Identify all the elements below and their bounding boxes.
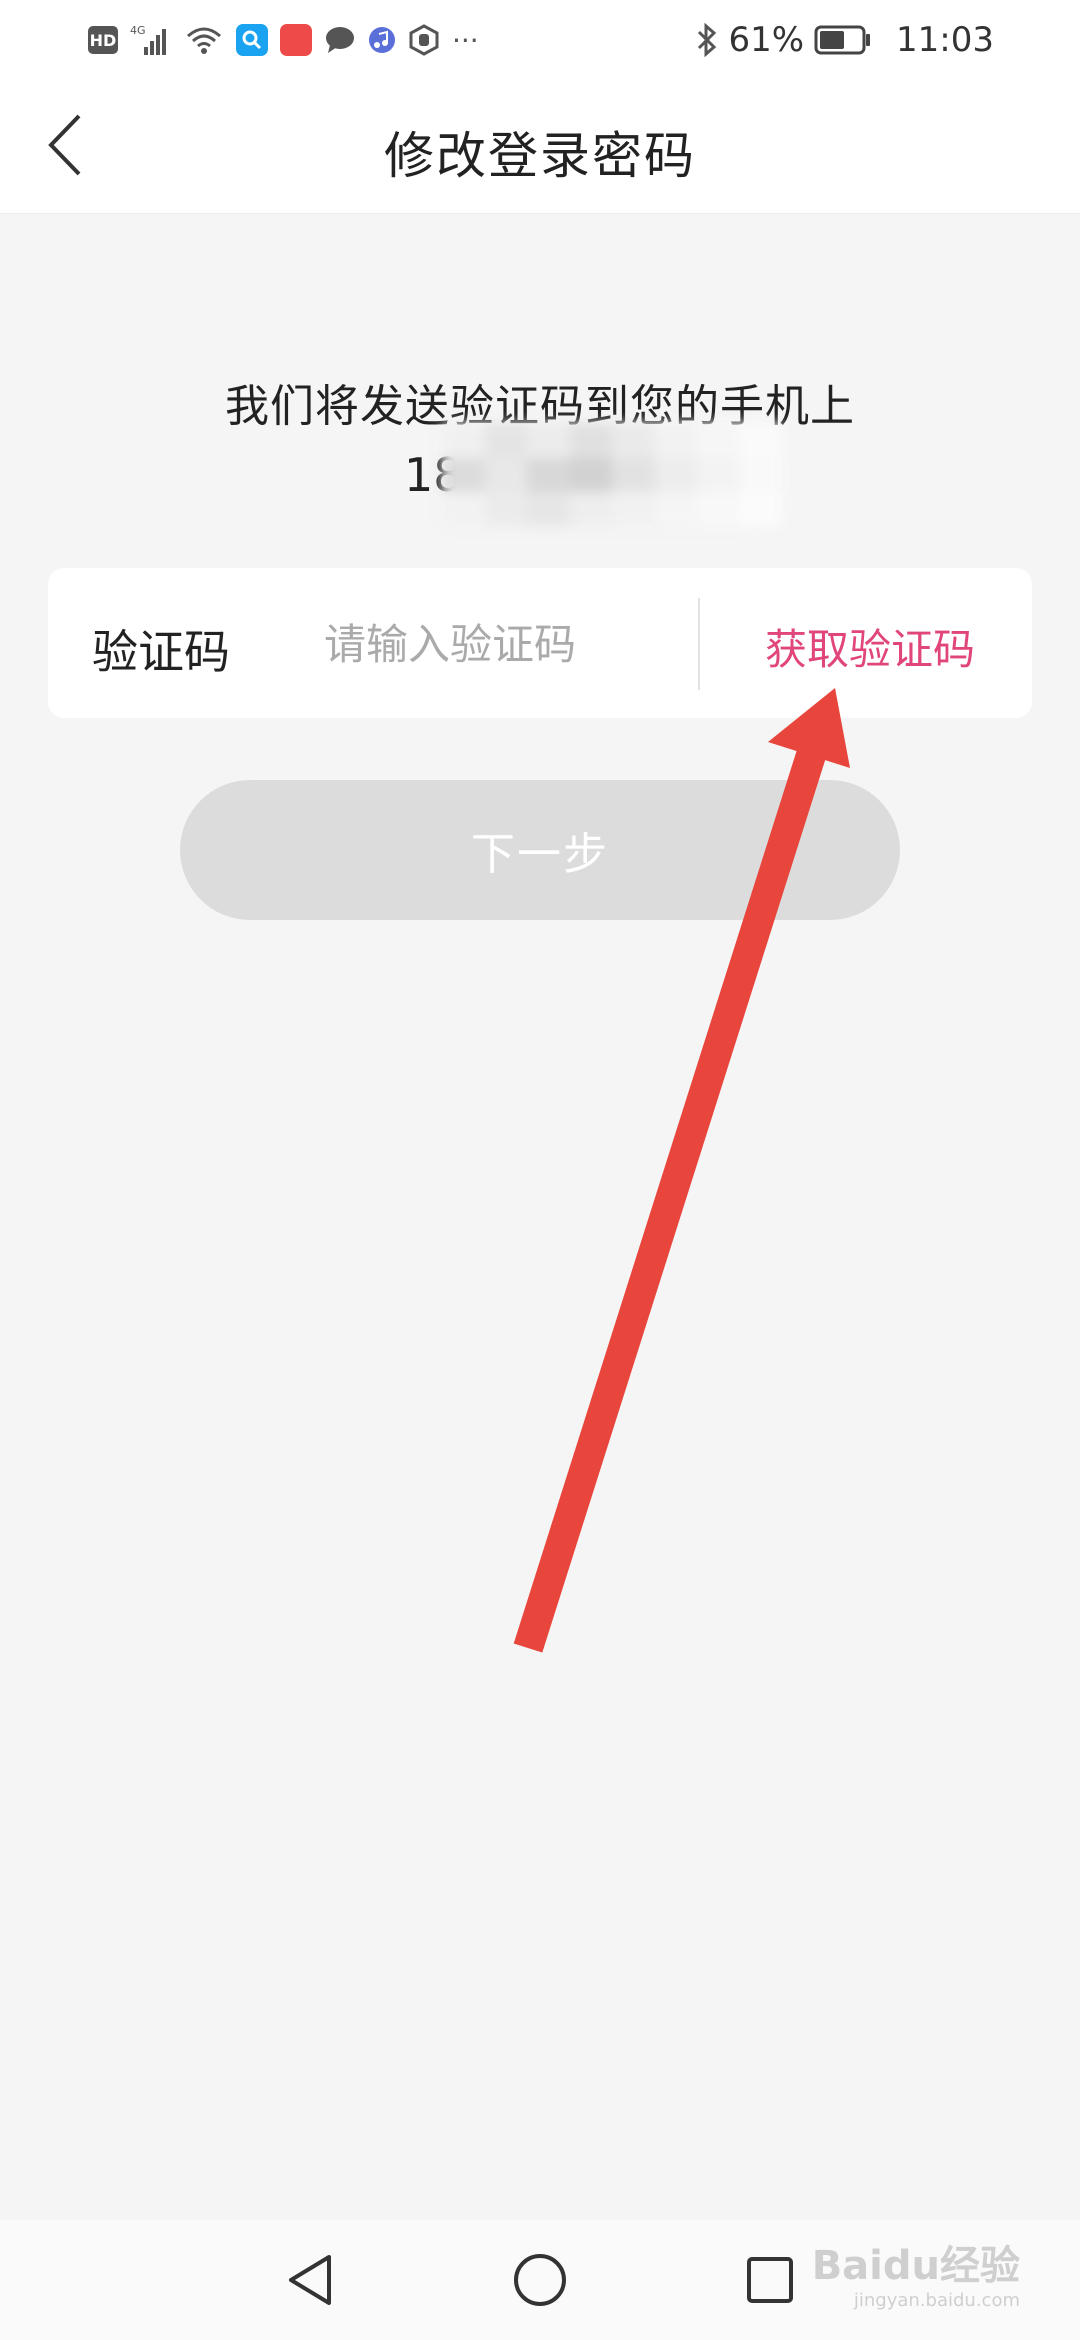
search-app-icon bbox=[236, 24, 268, 56]
masked-phone-number: 18 bbox=[404, 423, 782, 527]
verification-code-input[interactable] bbox=[324, 604, 724, 684]
divider bbox=[698, 598, 700, 690]
back-triangle-icon bbox=[289, 2255, 331, 2305]
status-bar: HD 4G ··· 61% 11:03 bbox=[0, 0, 1080, 80]
message-icon bbox=[324, 25, 356, 55]
verification-code-card: 验证码 获取验证码 bbox=[48, 568, 1032, 718]
system-nav-bar: Baidu经验 jingyan.baidu.com bbox=[0, 2220, 1080, 2340]
nav-recents-button[interactable] bbox=[730, 2240, 810, 2320]
wifi-icon bbox=[184, 24, 224, 56]
status-icons-left: HD 4G ··· bbox=[88, 18, 479, 62]
app-header: 修改登录密码 bbox=[0, 80, 1080, 214]
get-code-button[interactable]: 获取验证码 bbox=[720, 616, 1020, 677]
home-circle-icon bbox=[514, 2254, 566, 2306]
huawei-app-icon bbox=[280, 24, 312, 56]
music-icon bbox=[368, 26, 396, 54]
page-title: 修改登录密码 bbox=[384, 127, 696, 185]
nav-home-button[interactable] bbox=[500, 2240, 580, 2320]
code-label: 验证码 bbox=[92, 625, 230, 679]
next-step-button[interactable]: 下一步 bbox=[180, 780, 900, 920]
status-icons-right: 61% 11:03 bbox=[696, 18, 994, 62]
more-icon: ··· bbox=[452, 23, 479, 57]
baidu-watermark: Baidu经验 jingyan.baidu.com bbox=[812, 2246, 1020, 2310]
phone-blur-mask bbox=[442, 423, 782, 527]
battery-percent: 61% bbox=[728, 20, 805, 60]
hand-icon bbox=[408, 24, 440, 56]
hd-icon: HD bbox=[88, 26, 118, 54]
4g-signal-icon: 4G bbox=[130, 23, 172, 57]
recents-square-icon bbox=[747, 2257, 793, 2303]
battery-icon bbox=[814, 25, 872, 55]
nav-back-button[interactable] bbox=[270, 2240, 350, 2320]
clock: 11:03 bbox=[896, 20, 994, 60]
network-label: 4G bbox=[130, 24, 146, 37]
watermark-url: jingyan.baidu.com bbox=[853, 2290, 1020, 2311]
annotation-arrow bbox=[513, 688, 850, 1653]
watermark-brand: Baidu经验 bbox=[811, 2243, 1020, 2289]
bluetooth-icon bbox=[696, 23, 718, 57]
